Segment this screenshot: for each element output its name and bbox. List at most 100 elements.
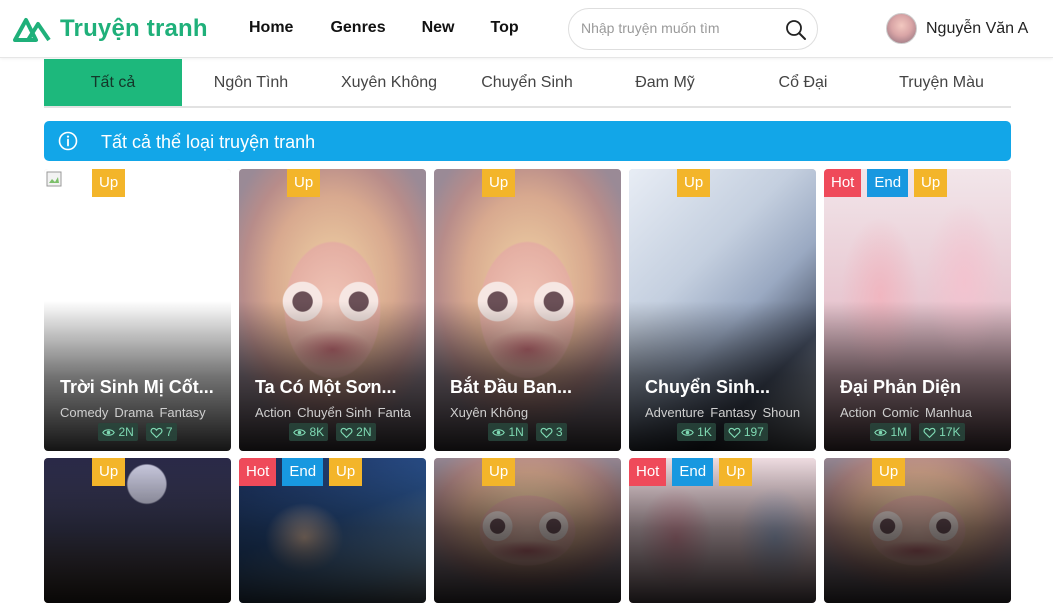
nav-home[interactable]: Home (249, 19, 293, 37)
tab-xuyen-khong[interactable]: Xuyên Không (320, 59, 458, 106)
views-stat: 8K (289, 423, 329, 441)
search-icon[interactable] (785, 19, 807, 41)
badge-group: Hot End Up (239, 458, 363, 486)
hot-badge: Hot (239, 458, 277, 486)
genre-tag[interactable]: Manhua (925, 405, 972, 420)
likes-count: 2N (356, 425, 372, 439)
comic-title: Ta Có Một Sơn... (255, 377, 397, 397)
tab-co-dai[interactable]: Cổ Đại (734, 59, 872, 106)
views-stat: 2N (98, 423, 138, 441)
comic-stats: 1K 197 (629, 423, 816, 441)
up-badge: Up (92, 169, 126, 197)
likes-stat: 2N (336, 423, 376, 441)
heart-icon (340, 427, 353, 438)
end-badge: End (867, 169, 909, 197)
genre-tag[interactable]: Fantasy (159, 405, 205, 420)
badge-group: Up (824, 458, 906, 486)
genre-tag[interactable]: Fantasy (710, 405, 756, 420)
comic-card[interactable]: Up (44, 458, 231, 603)
comic-title: Đại Phản Diện (840, 377, 962, 397)
badge-group: Up (434, 458, 516, 486)
comic-card[interactable]: Hot End Up Đại Phản Diện Action Comic Manhua… (824, 169, 1011, 451)
avatar[interactable] (886, 13, 917, 44)
search-input[interactable] (581, 20, 781, 36)
likes-count: 3 (555, 425, 563, 439)
comic-card[interactable]: Up (434, 458, 621, 603)
genre-tag[interactable]: Action (255, 405, 291, 420)
genre-tag[interactable]: Adventure (645, 405, 704, 420)
likes-count: 197 (743, 425, 764, 439)
genre-tag[interactable]: Chuyển Sinh (297, 405, 371, 420)
comic-card[interactable]: Hot End Up (239, 458, 426, 603)
badge-group: Hot End Up (629, 458, 753, 486)
tab-dam-my[interactable]: Đam Mỹ (596, 59, 734, 106)
broken-image-icon (46, 171, 62, 187)
likes-stat: 17K (919, 423, 965, 441)
comic-title: Bắt Đầu Ban... (450, 377, 573, 397)
views-count: 1M (890, 425, 908, 439)
up-badge: Up (677, 169, 711, 197)
nav-top[interactable]: Top (491, 19, 519, 37)
comic-card[interactable]: Hot End Up (629, 458, 816, 603)
nav-genres[interactable]: Genres (330, 19, 385, 37)
genre-tag[interactable]: Comic (882, 405, 919, 420)
genre-tag[interactable]: Action (840, 405, 876, 420)
eye-icon (874, 428, 888, 436)
nav-new[interactable]: New (422, 19, 455, 37)
tab-ngon-tinh[interactable]: Ngôn Tình (182, 59, 320, 106)
info-text: Tất cả thể loại truyện tranh (101, 132, 316, 152)
heart-icon (923, 427, 936, 438)
comic-genres: Adventure Fantasy Shoun (645, 405, 800, 420)
end-badge: End (282, 458, 324, 486)
genre-tag[interactable]: Shoun (763, 405, 801, 420)
comic-card[interactable]: Up Bắt Đầu Ban... Xuyên Không 1N 3 (434, 169, 621, 451)
genre-tag[interactable]: Comedy (60, 405, 108, 420)
comic-genres: Xuyên Không (450, 405, 528, 420)
up-badge: Up (482, 458, 516, 486)
likes-count: 7 (165, 425, 173, 439)
badge-group: Hot End Up (824, 169, 948, 197)
comic-card[interactable]: Up Ta Có Một Sơn... Action Chuyển Sinh Fan… (239, 169, 426, 451)
main-nav: Home Genres New Top (249, 19, 519, 37)
hot-badge: Hot (629, 458, 667, 486)
comic-card[interactable]: Up (824, 458, 1011, 603)
up-badge: Up (92, 458, 126, 486)
comic-card[interactable]: Up Trời Sinh Mị Cốt... Comedy Drama Fantas… (44, 169, 231, 451)
views-count: 1K (697, 425, 712, 439)
logo-icon (13, 18, 51, 42)
comic-stats: 1M 17K (824, 423, 1011, 441)
comic-genres: Action Comic Manhua (840, 405, 972, 420)
up-badge: Up (914, 169, 948, 197)
comic-genres: Action Chuyển Sinh Fanta (255, 405, 411, 420)
tab-tat-ca[interactable]: Tất cả (44, 59, 182, 106)
logo-text: Truyện tranh (60, 15, 208, 42)
up-badge: Up (719, 458, 753, 486)
comic-stats: 8K 2N (239, 423, 426, 441)
tab-truyen-mau[interactable]: Truyện Màu (872, 59, 1011, 106)
category-info-bar: Tất cả thể loại truyện tranh (44, 121, 1011, 161)
eye-icon (293, 428, 307, 436)
genre-tag[interactable]: Xuyên Không (450, 405, 528, 420)
views-stat: 1K (677, 423, 716, 441)
comic-title: Chuyển Sinh... (645, 377, 771, 397)
comic-title: Trời Sinh Mị Cốt... (60, 377, 214, 397)
badge-group: Up (629, 169, 711, 197)
genre-tag[interactable]: Fanta (378, 405, 411, 420)
logo[interactable]: Truyện tranh (12, 14, 208, 44)
comic-stats: 2N 7 (44, 423, 231, 441)
up-badge: Up (872, 458, 906, 486)
top-header: Truyện tranh Home Genres New Top Nguyễn … (0, 0, 1053, 58)
eye-icon (492, 428, 506, 436)
genre-tag[interactable]: Drama (114, 405, 153, 420)
info-icon (58, 131, 78, 151)
badge-group: Up (239, 169, 321, 197)
up-badge: Up (287, 169, 321, 197)
user-menu[interactable]: Nguyễn Văn A (886, 13, 1028, 44)
tab-chuyen-sinh[interactable]: Chuyển Sinh (458, 59, 596, 106)
comic-card[interactable]: Up Chuyển Sinh... Adventure Fantasy Shoun … (629, 169, 816, 451)
heart-icon (540, 427, 553, 438)
likes-stat: 3 (535, 423, 567, 441)
eye-icon (681, 428, 694, 436)
comic-stats: 1N 3 (434, 423, 621, 441)
comic-genres: Comedy Drama Fantasy (60, 405, 206, 420)
